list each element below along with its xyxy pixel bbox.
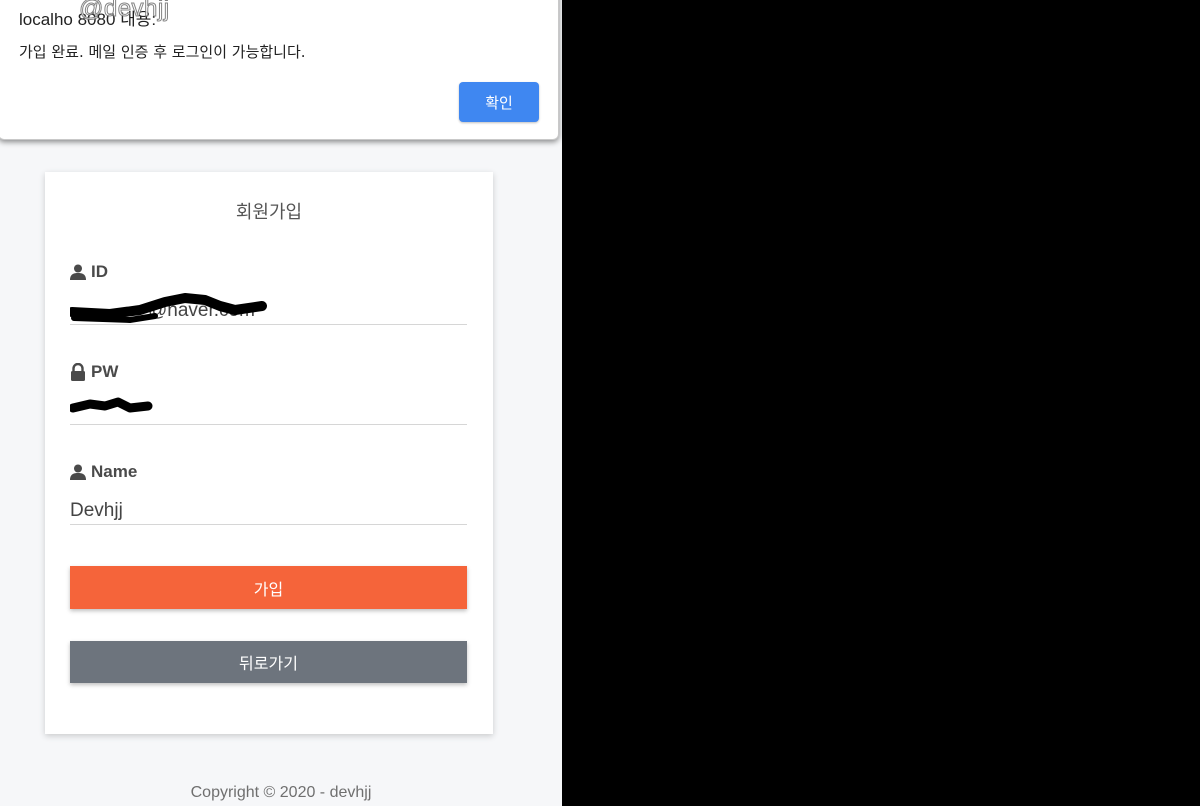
signup-card: 회원가입 ID @naver.com PW Name Devhjj 가입 뒤로가… — [45, 172, 493, 734]
watermark: @devhjj — [79, 0, 170, 23]
blank-area — [562, 0, 1200, 806]
id-label-text: ID — [91, 262, 108, 281]
name-underline — [70, 524, 467, 525]
redaction-scribble — [70, 293, 267, 324]
user-icon — [70, 264, 86, 280]
pw-field-group: PW — [70, 362, 467, 462]
id-underline — [70, 324, 467, 325]
redaction-scribble — [70, 397, 153, 413]
pw-label-text: PW — [91, 362, 119, 381]
name-label: Name — [70, 462, 137, 482]
browser-viewport: 회원가입 ID @naver.com PW Name Devhjj 가입 뒤로가… — [0, 0, 562, 806]
page-title: 회원가입 — [235, 202, 303, 223]
pw-label: PW — [70, 362, 118, 382]
join-button[interactable]: 가입 — [70, 566, 467, 609]
name-input[interactable]: Devhjj — [70, 500, 467, 522]
footer-copyright: Copyright © 2020 - devhjj — [190, 784, 372, 801]
id-label: ID — [70, 262, 108, 282]
user-icon — [70, 464, 86, 480]
id-field-group: ID @naver.com — [70, 262, 467, 362]
name-field-group: Name Devhjj — [70, 462, 467, 562]
alert-dialog: localho 8080 내용: @devhjj 가입 완료. 메일 인증 후 … — [0, 0, 559, 140]
name-label-text: Name — [91, 462, 138, 481]
lock-icon — [70, 363, 86, 381]
ok-button[interactable]: 확인 — [459, 82, 539, 122]
dialog-message: 가입 완료. 메일 인증 후 로그인이 가능합니다. — [19, 43, 306, 61]
back-button[interactable]: 뒤로가기 — [70, 641, 467, 683]
pw-underline — [70, 424, 467, 425]
